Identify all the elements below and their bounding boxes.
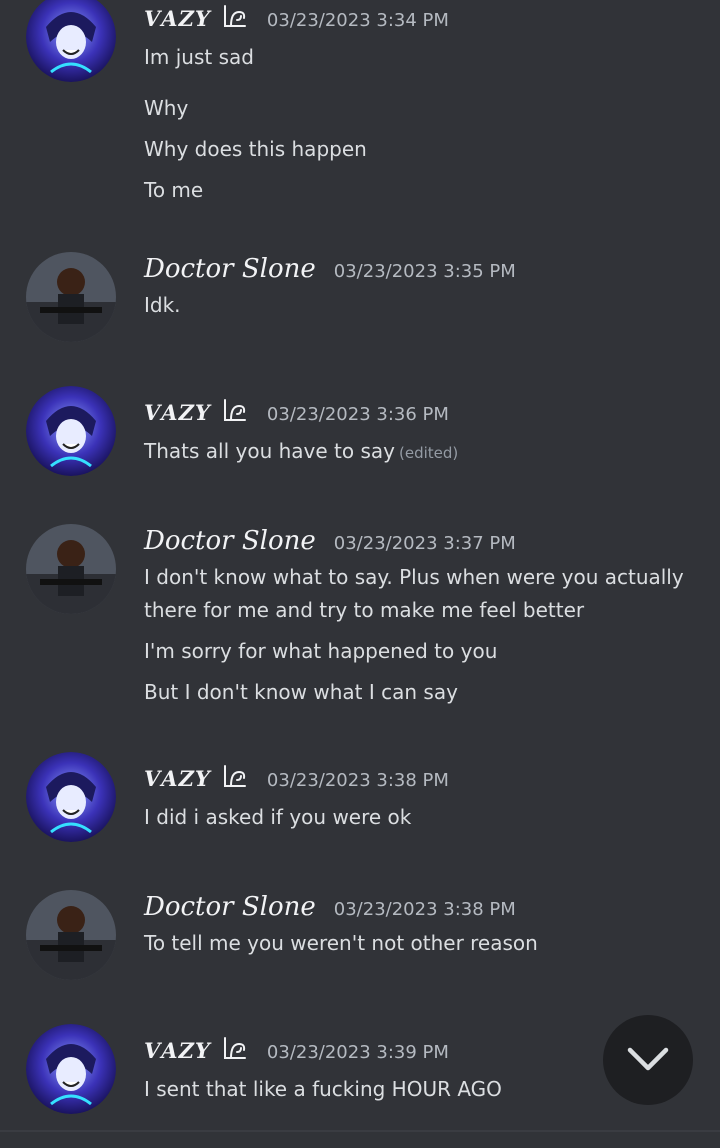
message-header: 𝑽𝑨𝒁𝒀 03/23/2023 3:34 PM — [144, 0, 449, 31]
message-header: 𝑽𝑨𝒁𝒀 03/23/2023 3:39 PM — [144, 1032, 449, 1063]
timestamp: 03/23/2023 3:38 PM — [266, 770, 449, 791]
message-header: 𝑽𝑨𝒁𝒀 03/23/2023 3:36 PM — [144, 394, 449, 425]
message-header: Doctor Slone 03/23/2023 3:38 PM — [144, 892, 516, 922]
message-text: Thats all you have to say (edited) — [144, 439, 458, 463]
message-text: To tell me you weren't not other reason — [144, 931, 538, 955]
message-text-content: Thats all you have to say — [144, 439, 395, 463]
message-text: I sent that like a fucking HOUR AGO — [144, 1077, 502, 1101]
divider — [0, 1130, 720, 1132]
message-text: I'm sorry for what happened to you — [144, 639, 498, 663]
timestamp: 03/23/2023 3:37 PM — [333, 533, 516, 554]
role-badge-icon — [221, 764, 249, 794]
timestamp: 03/23/2023 3:35 PM — [333, 261, 516, 282]
message-text: there for me and try to make me feel bet… — [144, 598, 585, 622]
username[interactable]: Doctor Slone — [144, 254, 316, 284]
timestamp: 03/23/2023 3:39 PM — [266, 1042, 449, 1063]
username[interactable]: 𝑽𝑨𝒁𝒀 — [144, 400, 211, 425]
avatar[interactable] — [26, 524, 116, 614]
message-text: Im just sad — [144, 45, 254, 69]
message-text: Why does this happen — [144, 137, 367, 161]
username[interactable]: Doctor Slone — [144, 526, 316, 556]
scroll-to-bottom-button[interactable] — [603, 1015, 693, 1105]
message-header: Doctor Slone 03/23/2023 3:37 PM — [144, 526, 516, 556]
role-badge-icon — [221, 398, 249, 428]
username[interactable]: Doctor Slone — [144, 892, 316, 922]
avatar[interactable] — [26, 252, 116, 342]
chevron-down-icon — [627, 1047, 669, 1071]
message-text: Idk. — [144, 293, 181, 317]
timestamp: 03/23/2023 3:36 PM — [266, 404, 449, 425]
message-header: 𝑽𝑨𝒁𝒀 03/23/2023 3:38 PM — [144, 760, 449, 791]
avatar[interactable] — [26, 890, 116, 980]
username[interactable]: 𝑽𝑨𝒁𝒀 — [144, 766, 211, 791]
username[interactable]: 𝑽𝑨𝒁𝒀 — [144, 6, 211, 31]
avatar[interactable] — [26, 1024, 116, 1114]
message-text: To me — [144, 178, 204, 202]
timestamp: 03/23/2023 3:34 PM — [266, 10, 449, 31]
avatar[interactable] — [26, 752, 116, 842]
message-text: I did i asked if you were ok — [144, 805, 412, 829]
chat-messages[interactable]: 𝑽𝑨𝒁𝒀 03/23/2023 3:34 PM Im just sad Why … — [0, 0, 720, 1148]
avatar[interactable] — [26, 0, 116, 82]
message-text: I don't know what to say. Plus when were… — [144, 565, 684, 589]
username[interactable]: 𝑽𝑨𝒁𝒀 — [144, 1038, 211, 1063]
avatar[interactable] — [26, 386, 116, 476]
timestamp: 03/23/2023 3:38 PM — [333, 899, 516, 920]
role-badge-icon — [221, 1036, 249, 1066]
edited-label: (edited) — [398, 444, 459, 462]
role-badge-icon — [221, 4, 249, 34]
message-header: Doctor Slone 03/23/2023 3:35 PM — [144, 254, 516, 284]
message-text: But I don't know what I can say — [144, 680, 458, 704]
message-text: Why — [144, 96, 189, 120]
